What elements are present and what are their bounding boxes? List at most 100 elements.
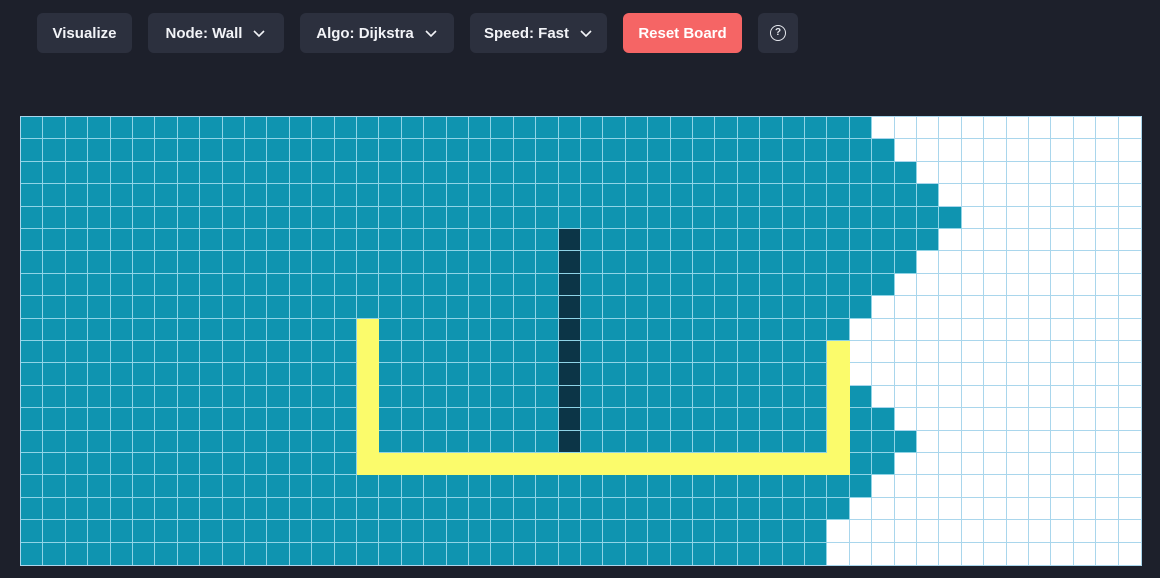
path-cell[interactable] [468, 452, 492, 476]
visited-cell[interactable] [872, 408, 895, 431]
grid-cell[interactable] [1118, 431, 1141, 453]
visited-cell[interactable] [155, 385, 178, 409]
grid-cell[interactable] [894, 385, 917, 409]
visited-cell[interactable] [782, 228, 805, 252]
visited-cell[interactable] [88, 520, 111, 543]
visited-cell[interactable] [536, 161, 559, 185]
visited-cell[interactable] [692, 228, 716, 252]
visited-cell[interactable] [244, 408, 268, 431]
visited-cell[interactable] [424, 251, 447, 274]
wall-cell[interactable] [558, 430, 581, 453]
grid-cell[interactable] [1096, 385, 1119, 409]
visited-cell[interactable] [267, 520, 290, 543]
grid-cell[interactable] [939, 430, 962, 453]
visited-cell[interactable] [692, 497, 716, 521]
visited-cell[interactable] [737, 363, 761, 386]
visited-cell[interactable] [334, 117, 357, 140]
visited-cell[interactable] [670, 408, 693, 431]
visited-cell[interactable] [804, 228, 828, 252]
grid-cell[interactable] [1118, 453, 1141, 476]
visited-cell[interactable] [334, 161, 357, 185]
visited-cell[interactable] [491, 475, 514, 498]
grid-cell[interactable] [1118, 229, 1141, 252]
visited-cell[interactable] [715, 340, 738, 364]
grid-cell[interactable] [1051, 251, 1074, 274]
grid-cell[interactable] [1051, 452, 1074, 476]
grid-cell[interactable] [984, 296, 1007, 319]
grid-cell[interactable] [1006, 318, 1029, 341]
visited-cell[interactable] [244, 363, 268, 386]
visited-cell[interactable] [88, 206, 111, 229]
visited-cell[interactable] [692, 520, 716, 543]
grid-cell[interactable] [849, 520, 873, 543]
visited-cell[interactable] [155, 542, 178, 565]
visited-cell[interactable] [580, 497, 604, 521]
visited-cell[interactable] [379, 117, 402, 140]
visited-cell[interactable] [267, 363, 290, 386]
visited-cell[interactable] [468, 497, 492, 521]
grid-cell[interactable] [939, 318, 962, 341]
visited-cell[interactable] [737, 139, 761, 162]
visited-cell[interactable] [132, 430, 156, 453]
visited-cell[interactable] [648, 542, 671, 565]
visited-cell[interactable] [132, 161, 156, 185]
visited-cell[interactable] [132, 228, 156, 252]
visited-cell[interactable] [670, 520, 693, 543]
visited-cell[interactable] [692, 184, 716, 207]
grid-cell[interactable] [895, 542, 917, 565]
visited-cell[interactable] [222, 161, 245, 185]
visited-cell[interactable] [513, 475, 537, 498]
visited-cell[interactable] [289, 363, 313, 386]
visited-cell[interactable] [267, 206, 290, 229]
visited-cell[interactable] [536, 117, 559, 140]
visited-cell[interactable] [200, 184, 223, 207]
visited-cell[interactable] [43, 363, 66, 386]
grid-cell[interactable] [984, 161, 1007, 185]
visited-cell[interactable] [580, 228, 604, 252]
grid-cell[interactable] [1073, 296, 1097, 319]
visited-cell[interactable] [312, 363, 335, 386]
visited-cell[interactable] [580, 161, 604, 185]
visited-cell[interactable] [804, 161, 828, 185]
visited-cell[interactable] [536, 318, 559, 341]
visited-cell[interactable] [715, 139, 738, 162]
visited-cell[interactable] [513, 408, 537, 431]
visited-cell[interactable] [222, 452, 245, 476]
visited-cell[interactable] [43, 251, 66, 274]
visited-cell[interactable] [468, 117, 492, 140]
visited-cell[interactable] [468, 206, 492, 229]
visited-cell[interactable] [491, 497, 514, 521]
visited-cell[interactable] [513, 318, 537, 341]
visited-cell[interactable] [468, 520, 492, 543]
visited-cell[interactable] [782, 184, 805, 207]
visited-cell[interactable] [267, 475, 290, 498]
visited-cell[interactable] [132, 117, 156, 140]
visited-cell[interactable] [692, 408, 716, 431]
grid-cell[interactable] [984, 139, 1007, 162]
grid-cell[interactable] [1073, 497, 1097, 521]
visited-cell[interactable] [155, 184, 178, 207]
path-cell[interactable] [356, 385, 380, 409]
visited-cell[interactable] [334, 430, 357, 453]
grid-cell[interactable] [1096, 408, 1119, 431]
grid-cell[interactable] [1051, 520, 1074, 543]
visited-cell[interactable] [110, 161, 133, 185]
grid-cell[interactable] [1028, 520, 1052, 543]
visited-cell[interactable] [289, 452, 313, 476]
visited-cell[interactable] [491, 340, 514, 364]
visited-cell[interactable] [267, 430, 290, 453]
grid-cell[interactable] [984, 542, 1007, 565]
visited-cell[interactable] [356, 161, 380, 185]
grid-cell[interactable] [1096, 273, 1119, 297]
visited-cell[interactable] [894, 206, 917, 229]
visited-cell[interactable] [88, 363, 111, 386]
visited-cell[interactable] [625, 296, 649, 319]
visited-cell[interactable] [244, 318, 268, 341]
visited-cell[interactable] [200, 475, 223, 498]
visited-cell[interactable] [289, 385, 313, 409]
grid-cell[interactable] [1118, 520, 1141, 543]
visited-cell[interactable] [244, 251, 268, 274]
visited-cell[interactable] [200, 206, 223, 229]
visited-cell[interactable] [401, 475, 425, 498]
grid-cell[interactable] [1118, 341, 1141, 364]
